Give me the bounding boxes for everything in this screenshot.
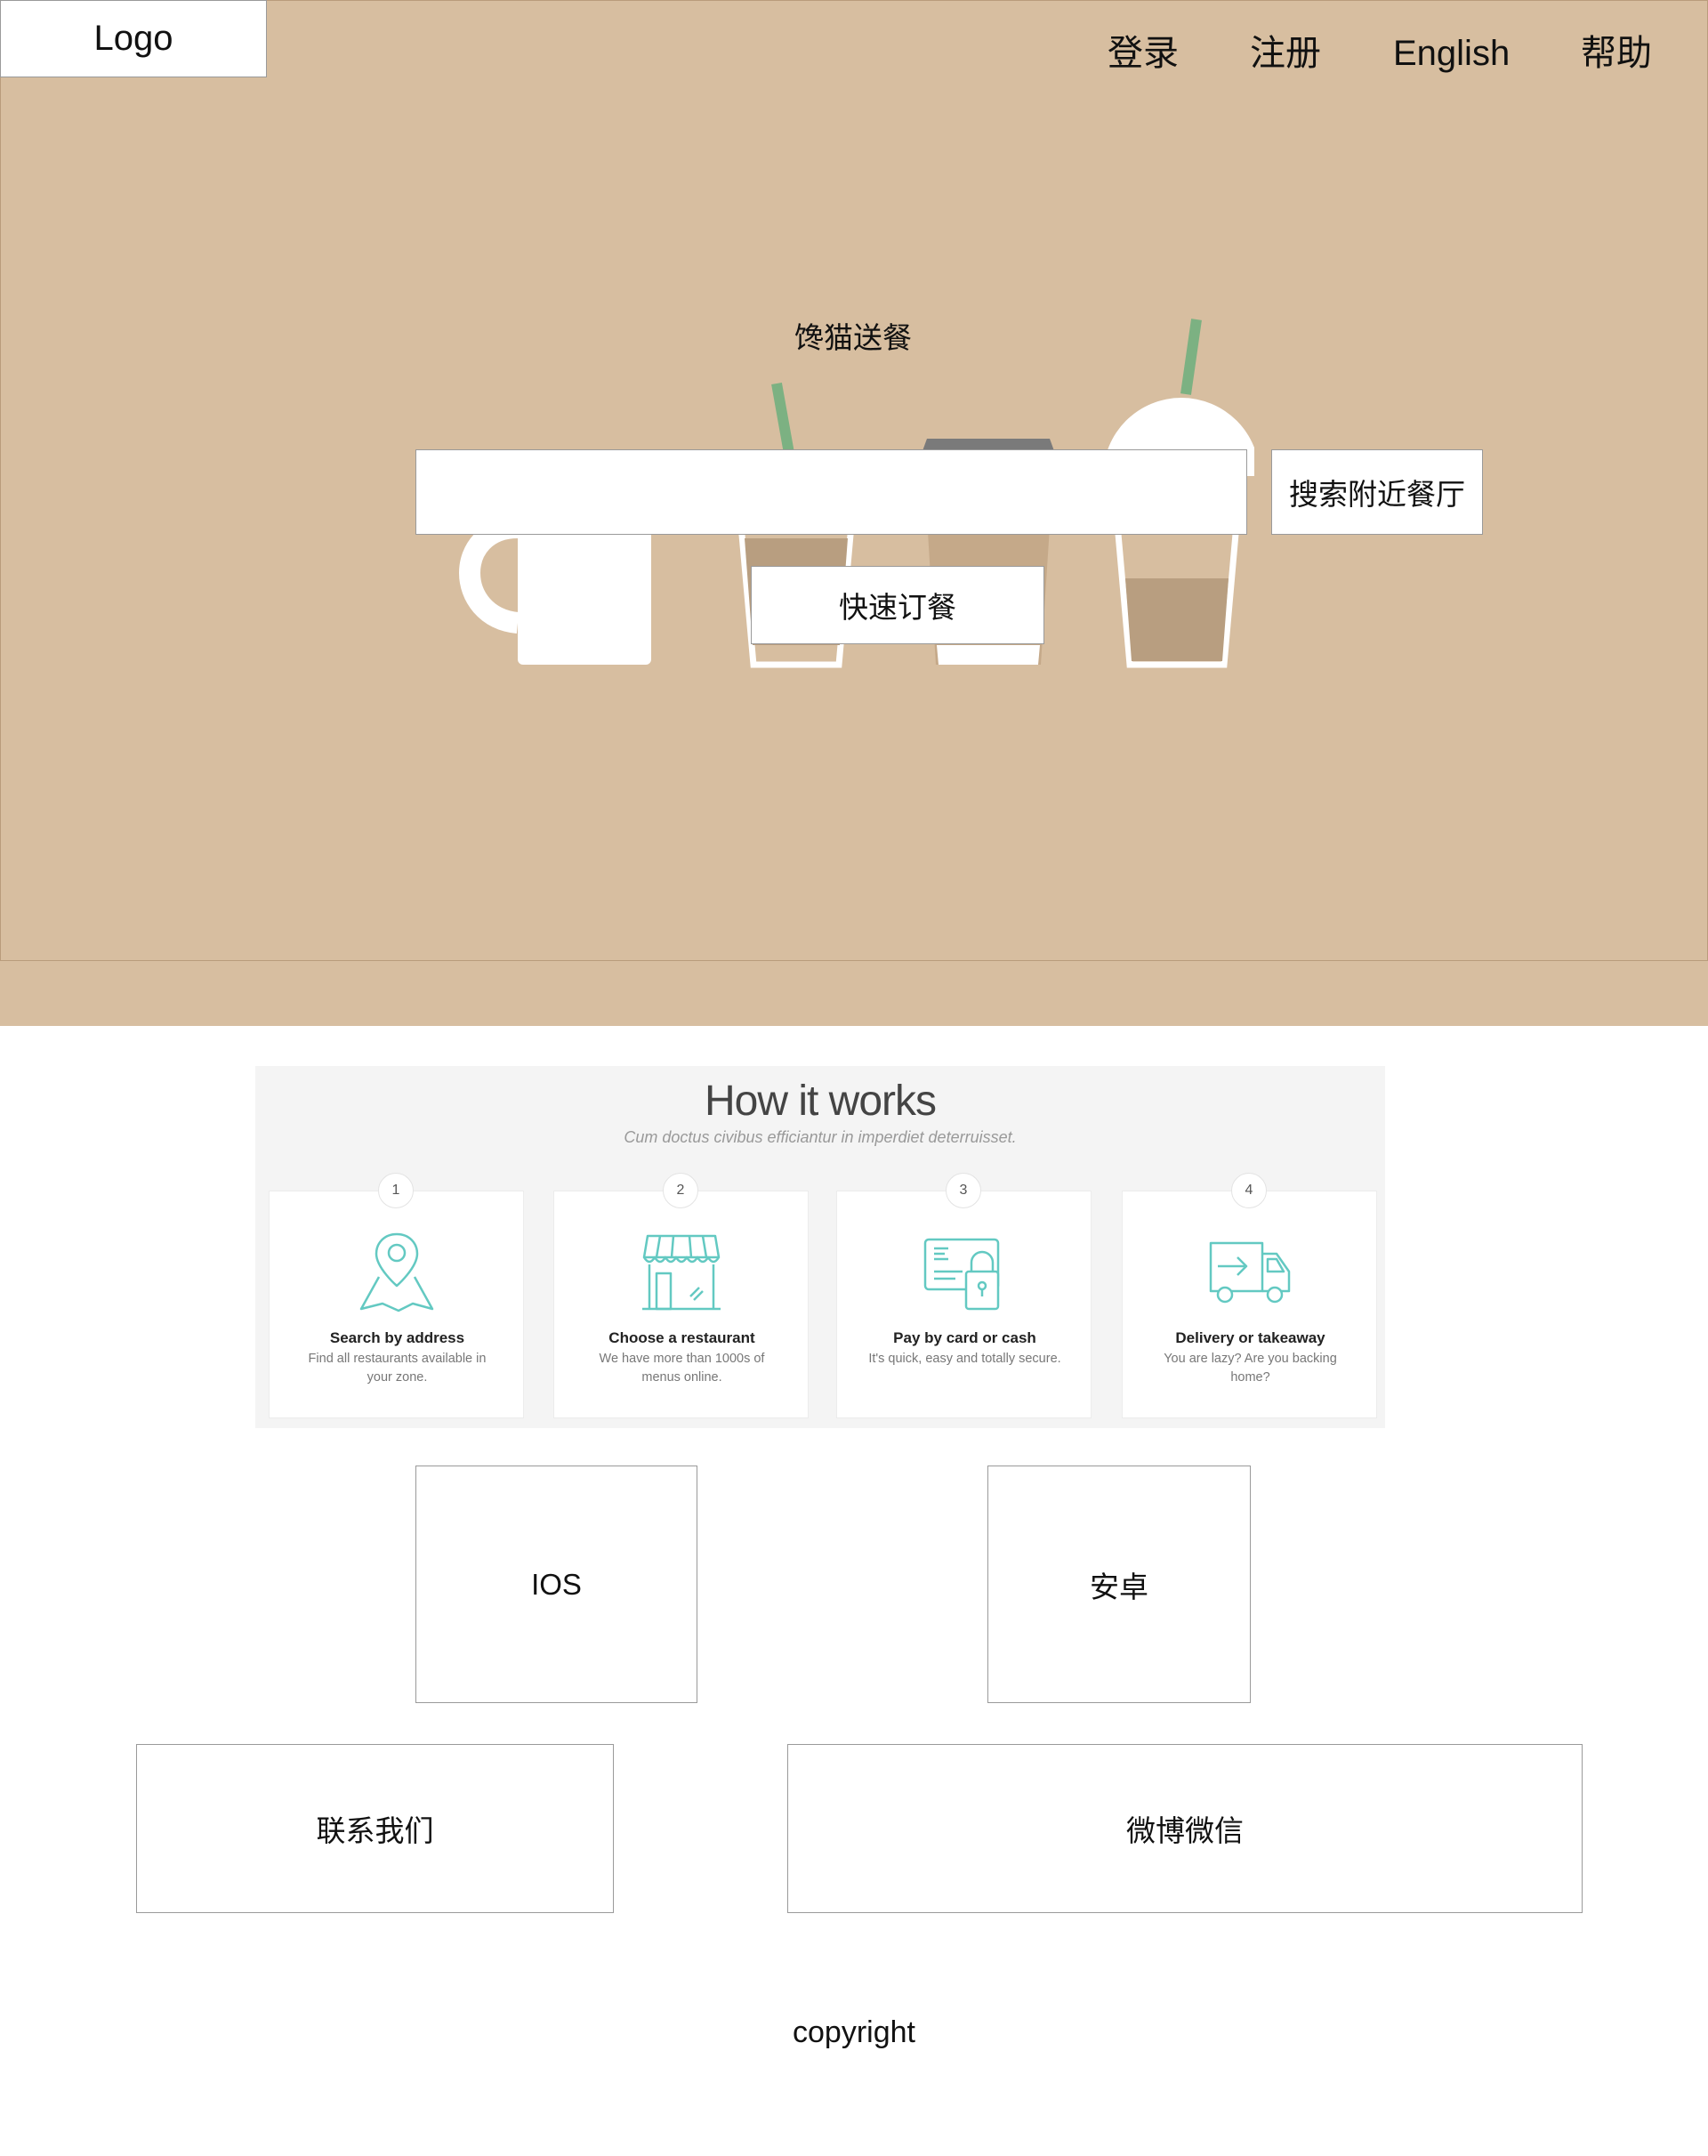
nav-login-link[interactable]: 登录 <box>1108 27 1179 80</box>
step-description: You are lazy? Are you backing home? <box>1164 1352 1337 1385</box>
step-card-2: Choose a restaurant We have more than 10… <box>553 1191 809 1418</box>
step-number-badge: 4 <box>1231 1173 1267 1208</box>
step-title: Pay by card or cash <box>893 1329 1036 1346</box>
step-description: We have more than 1000s of menus online. <box>599 1352 765 1385</box>
how-it-works-title: How it works <box>704 1078 937 1125</box>
mug-icon <box>459 517 651 665</box>
storefront-icon <box>642 1234 721 1311</box>
ios-download-button[interactable]: IOS <box>415 1466 697 1703</box>
nav-register-link[interactable]: 注册 <box>1250 27 1321 80</box>
step-description: It's quick, easy and totally secure. <box>868 1352 1061 1366</box>
copyright-text: copyright <box>793 2015 915 2049</box>
how-it-works-panel: How it works Cum doctus civibus effician… <box>255 1066 1385 1428</box>
quick-order-button[interactable]: 快速订餐 <box>751 566 1044 644</box>
delivery-van-icon <box>1209 1241 1291 1304</box>
step-card-4: Delivery or takeaway You are lazy? Are y… <box>1122 1191 1377 1418</box>
nav-language-link[interactable]: English <box>1393 27 1510 80</box>
step-card-1: Search by address Find all restaurants a… <box>269 1191 524 1418</box>
brand-title: 馋猫送餐 <box>794 320 912 355</box>
step-title: Choose a restaurant <box>608 1329 755 1346</box>
map-pin-icon <box>359 1232 434 1312</box>
search-nearby-button[interactable]: 搜索附近餐厅 <box>1271 449 1483 535</box>
search-input[interactable] <box>415 449 1247 535</box>
step-number-badge: 3 <box>946 1173 981 1208</box>
nav-help-link[interactable]: 帮助 <box>1581 27 1652 80</box>
contact-us-link[interactable]: 联系我们 <box>136 1744 614 1913</box>
step-number-badge: 1 <box>378 1173 414 1208</box>
step-description: Find all restaurants available in your z… <box>308 1352 487 1385</box>
step-title: Delivery or takeaway <box>1175 1329 1325 1346</box>
how-it-works-subtitle: Cum doctus civibus efficiantur in imperd… <box>624 1128 1017 1146</box>
step-title: Search by address <box>329 1329 465 1346</box>
weibo-wechat-link[interactable]: 微博微信 <box>787 1744 1583 1913</box>
step-card-3: Pay by card or cash It's quick, easy and… <box>836 1191 1092 1418</box>
step-number-badge: 2 <box>663 1173 698 1208</box>
logo[interactable]: Logo <box>0 0 267 77</box>
android-download-button[interactable]: 安卓 <box>987 1466 1251 1703</box>
card-lock-icon <box>923 1238 1000 1311</box>
